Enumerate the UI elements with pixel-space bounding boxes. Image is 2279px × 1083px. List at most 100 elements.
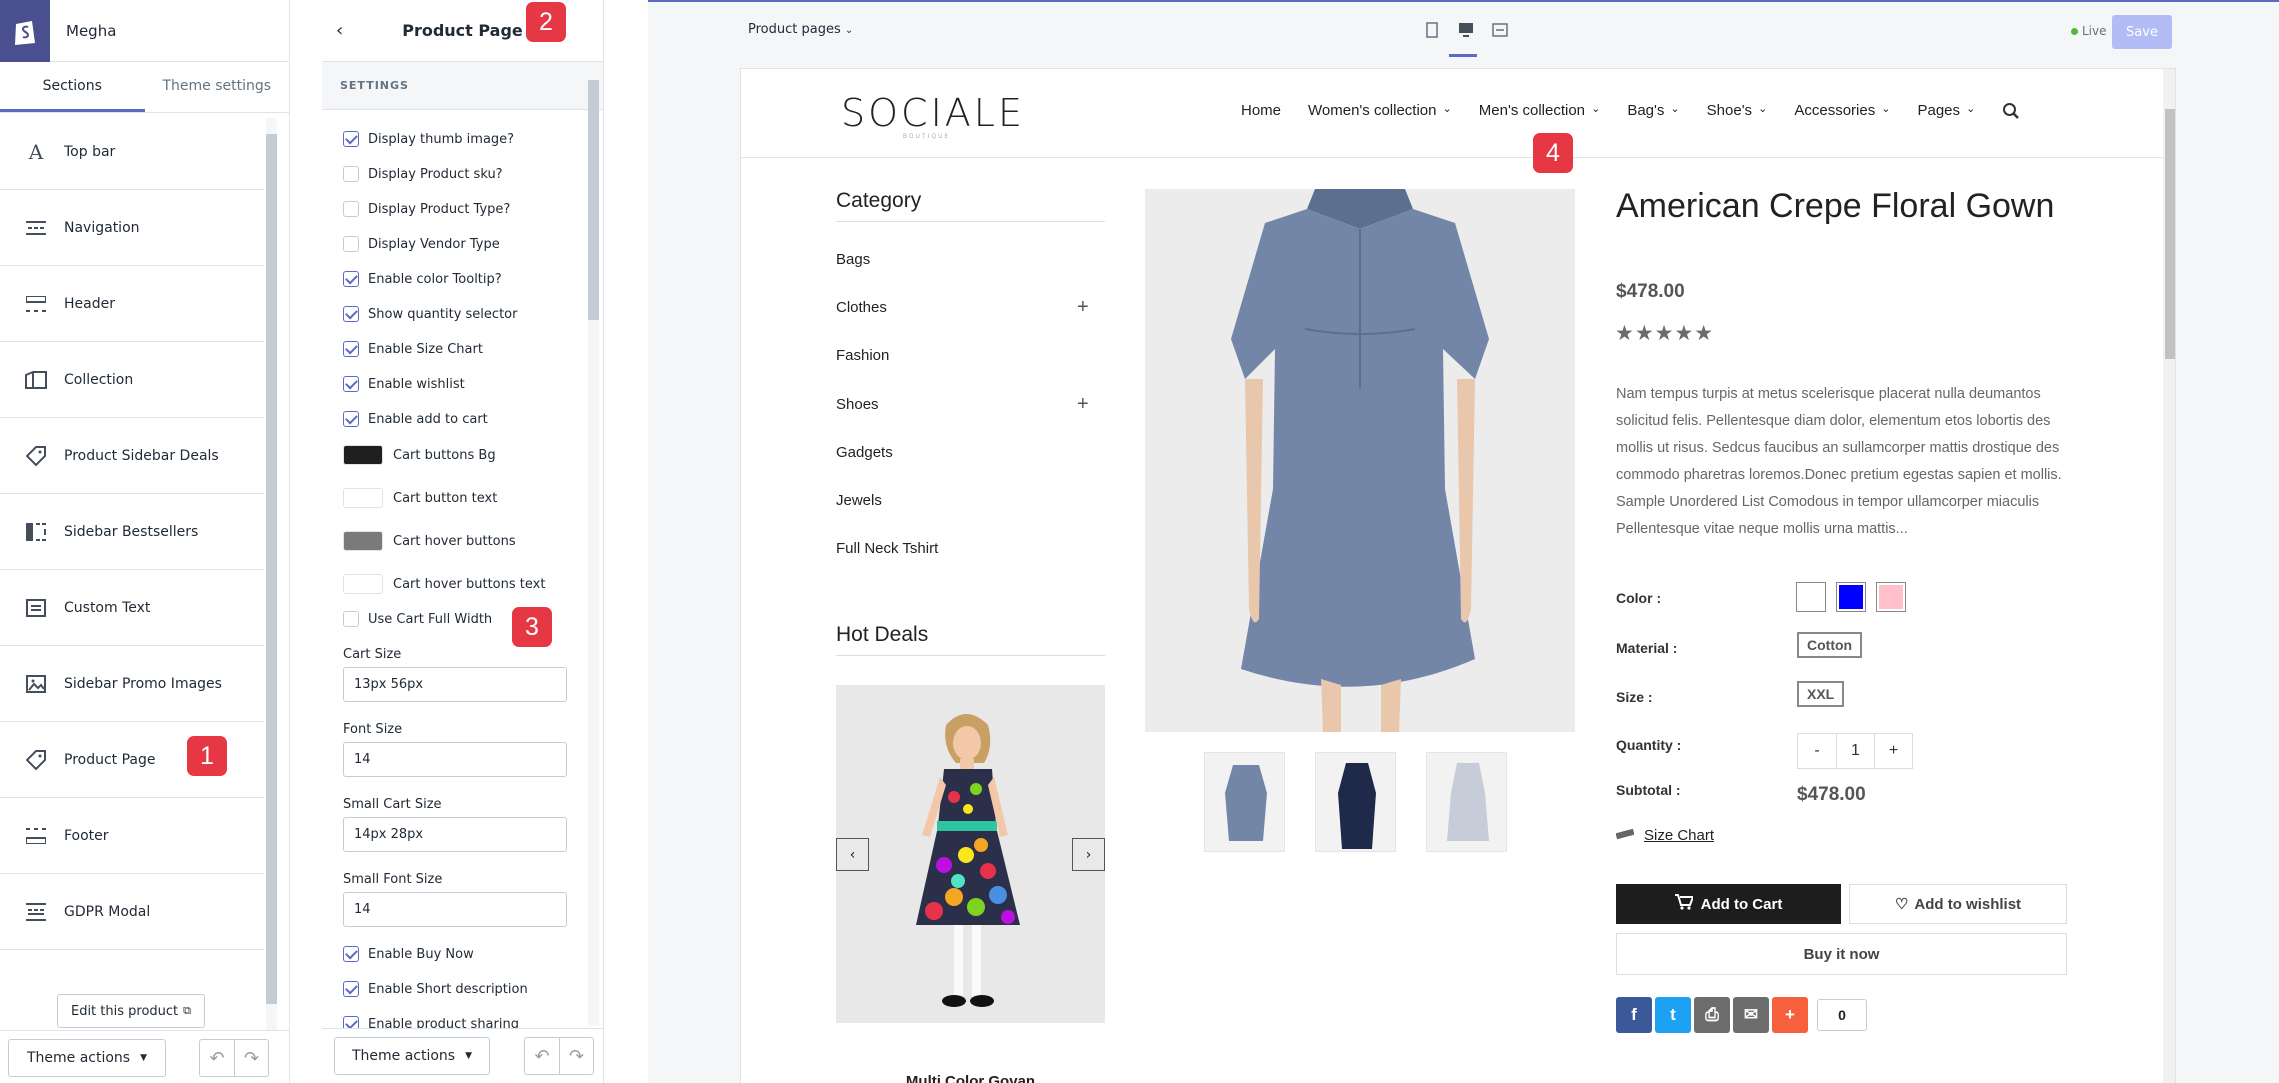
- facebook-icon[interactable]: f: [1616, 997, 1652, 1033]
- checkbox-display-vendor[interactable]: Display Vendor Type: [343, 236, 500, 252]
- checkbox-box[interactable]: [343, 611, 359, 627]
- font-size-input[interactable]: 14: [343, 742, 567, 777]
- shopify-logo-icon[interactable]: [0, 0, 50, 62]
- color-swatch[interactable]: [343, 488, 383, 508]
- product-thumbnail[interactable]: [1204, 752, 1285, 852]
- section-item-custom-text[interactable]: Custom Text: [0, 570, 264, 646]
- undo-icon[interactable]: ↶: [200, 1040, 234, 1076]
- more-share-plus-icon[interactable]: +: [1772, 997, 1808, 1033]
- checkbox-buy-now[interactable]: Enable Buy Now: [343, 946, 474, 962]
- product-thumbnail[interactable]: [1426, 752, 1507, 852]
- section-item-navigation[interactable]: Navigation: [0, 190, 264, 266]
- save-button[interactable]: Save: [2112, 15, 2172, 49]
- nav-shoes[interactable]: Shoe's: [1707, 102, 1768, 124]
- category-item-shoes[interactable]: Shoes: [836, 396, 879, 413]
- tab-sections[interactable]: Sections: [0, 62, 145, 112]
- back-chevron-icon[interactable]: ‹: [336, 20, 343, 41]
- hot-deal-image[interactable]: [836, 685, 1105, 1023]
- color-swatch-pink[interactable]: [1876, 582, 1906, 612]
- checkbox-box[interactable]: [343, 306, 359, 322]
- checkbox-box[interactable]: [343, 341, 359, 357]
- size-option-xxl[interactable]: XXL: [1797, 681, 1845, 707]
- color-swatch-white[interactable]: [1796, 582, 1826, 612]
- checkbox-box[interactable]: [343, 236, 359, 252]
- page-selector[interactable]: Product pages ⌄: [748, 22, 853, 37]
- add-to-cart-button[interactable]: Add to Cart: [1616, 884, 1841, 924]
- fullscreen-icon[interactable]: [1492, 21, 1508, 39]
- add-to-wishlist-button[interactable]: ♡ Add to wishlist: [1849, 884, 2067, 924]
- color-setting-cart-text[interactable]: Cart button text: [343, 488, 497, 508]
- scrollbar-thumb[interactable]: [266, 134, 277, 1004]
- preview-scrollbar[interactable]: [2163, 69, 2175, 1083]
- category-item-fashion[interactable]: Fashion: [836, 347, 889, 364]
- category-item-clothes[interactable]: Clothes: [836, 299, 887, 316]
- checkbox-color-tooltip[interactable]: Enable color Tooltip?: [343, 271, 502, 287]
- small-cart-size-input[interactable]: 14px 28px: [343, 817, 567, 852]
- checkbox-size-chart[interactable]: Enable Size Chart: [343, 341, 483, 357]
- print-icon[interactable]: ⎙: [1694, 997, 1730, 1033]
- deal-prev-button[interactable]: ‹: [836, 838, 869, 871]
- checkbox-box[interactable]: [343, 201, 359, 217]
- color-setting-cart-hover[interactable]: Cart hover buttons: [343, 531, 516, 551]
- section-item-header[interactable]: Header: [0, 266, 264, 342]
- desktop-icon[interactable]: [1458, 21, 1474, 39]
- product-main-image[interactable]: [1145, 189, 1575, 732]
- checkbox-full-width[interactable]: Use Cart Full Width: [343, 611, 492, 627]
- section-item-top-bar[interactable]: A Top bar: [0, 114, 264, 190]
- quantity-plus-button[interactable]: +: [1874, 734, 1912, 768]
- material-option-cotton[interactable]: Cotton: [1797, 632, 1863, 658]
- expand-plus-icon[interactable]: +: [1077, 393, 1089, 416]
- checkbox-wishlist[interactable]: Enable wishlist: [343, 376, 465, 392]
- expand-plus-icon[interactable]: +: [1077, 296, 1089, 319]
- color-setting-cart-bg[interactable]: Cart buttons Bg: [343, 445, 496, 465]
- tab-theme-settings[interactable]: Theme settings: [145, 62, 290, 112]
- scrollbar-thumb[interactable]: [2165, 109, 2175, 359]
- settings-scrollbar[interactable]: [588, 66, 599, 1026]
- checkbox-display-type[interactable]: Display Product Type?: [343, 201, 510, 217]
- checkbox-box[interactable]: [343, 376, 359, 392]
- quantity-minus-button[interactable]: -: [1798, 734, 1836, 768]
- checkbox-box[interactable]: [343, 271, 359, 287]
- section-item-sidebar-promo-images[interactable]: Sidebar Promo Images: [0, 646, 264, 722]
- section-item-collection[interactable]: Collection: [0, 342, 264, 418]
- quantity-input[interactable]: 1: [1836, 734, 1874, 768]
- email-icon[interactable]: ✉: [1733, 997, 1769, 1033]
- mobile-icon[interactable]: [1424, 21, 1440, 39]
- checkbox-box[interactable]: [343, 166, 359, 182]
- checkbox-add-to-cart[interactable]: Enable add to cart: [343, 411, 488, 427]
- color-swatch[interactable]: [343, 531, 383, 551]
- checkbox-display-thumb[interactable]: Display thumb image?: [343, 131, 514, 147]
- cart-size-input[interactable]: 13px 56px: [343, 667, 567, 702]
- category-item-bags[interactable]: Bags: [836, 251, 870, 268]
- size-chart-link[interactable]: Size Chart: [1615, 827, 1714, 844]
- section-item-sidebar-bestsellers[interactable]: Sidebar Bestsellers: [0, 494, 264, 570]
- checkbox-quantity-selector[interactable]: Show quantity selector: [343, 306, 517, 322]
- color-setting-cart-hover-text[interactable]: Cart hover buttons text: [343, 574, 545, 594]
- redo-icon[interactable]: ↷: [234, 1040, 268, 1076]
- small-font-size-input[interactable]: 14: [343, 892, 567, 927]
- color-swatch[interactable]: [343, 574, 383, 594]
- theme-actions-button[interactable]: Theme actions ▼: [334, 1037, 490, 1075]
- checkbox-box[interactable]: [343, 131, 359, 147]
- category-item-gadgets[interactable]: Gadgets: [836, 444, 893, 461]
- scrollbar-thumb[interactable]: [588, 80, 599, 320]
- category-item-jewels[interactable]: Jewels: [836, 492, 882, 509]
- checkbox-box[interactable]: [343, 411, 359, 427]
- deal-product-name[interactable]: Multi Color Govan: [836, 1073, 1105, 1083]
- nav-home[interactable]: Home: [1241, 102, 1281, 124]
- section-item-gdpr-modal[interactable]: GDPR Modal: [0, 874, 264, 950]
- color-swatch[interactable]: [343, 445, 383, 465]
- theme-actions-button[interactable]: Theme actions ▼: [8, 1039, 166, 1077]
- undo-icon[interactable]: ↶: [525, 1038, 559, 1074]
- search-icon[interactable]: [2002, 102, 2020, 124]
- store-logo[interactable]: SOCIALE BOUTIQUE: [841, 91, 1025, 140]
- edit-product-button[interactable]: Edit this product ⧉: [57, 994, 205, 1028]
- nav-accessories[interactable]: Accessories: [1794, 102, 1890, 124]
- buy-now-button[interactable]: Buy it now: [1616, 933, 2067, 975]
- deal-next-button[interactable]: ›: [1072, 838, 1105, 871]
- twitter-icon[interactable]: t: [1655, 997, 1691, 1033]
- checkbox-box[interactable]: [343, 946, 359, 962]
- checkbox-box[interactable]: [343, 981, 359, 997]
- color-swatch-blue[interactable]: [1836, 582, 1866, 612]
- sections-scrollbar[interactable]: [266, 118, 277, 1030]
